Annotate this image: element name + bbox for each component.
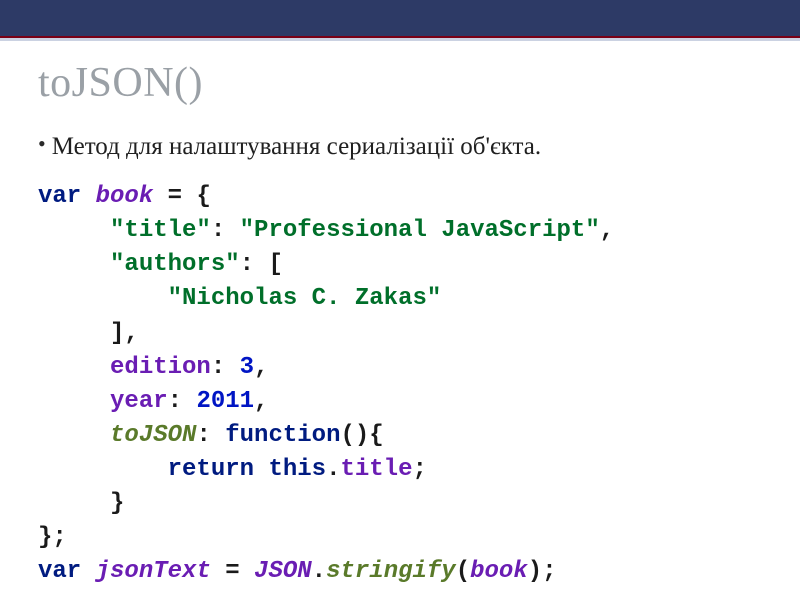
bullet-dot-icon: • xyxy=(38,133,46,155)
kw-function: function xyxy=(225,422,340,449)
arr-end: ], xyxy=(110,320,139,347)
punc: : [ xyxy=(240,251,283,278)
punc: : xyxy=(168,388,197,415)
prop-tojson: toJSON xyxy=(110,422,196,449)
var-book: book xyxy=(96,183,154,210)
punc: (){ xyxy=(340,422,383,449)
kw-var: var xyxy=(38,183,81,210)
punc: ; xyxy=(412,456,426,483)
cls-json: JSON xyxy=(254,558,312,585)
slide-title: toJSON() xyxy=(38,59,762,107)
prop-authors: "authors" xyxy=(110,251,240,278)
punc: = { xyxy=(153,183,211,210)
punc: : xyxy=(196,422,225,449)
var-jsontext: jsonText xyxy=(96,558,211,585)
val-title: "Professional JavaScript" xyxy=(240,217,600,244)
kw-var: var xyxy=(38,558,81,585)
code-block: var book = { "title": "Professional Java… xyxy=(38,180,762,589)
punc: , xyxy=(254,388,268,415)
bullet-item: • Метод для налаштування сериалізації об… xyxy=(38,131,762,162)
punc: : xyxy=(211,217,240,244)
header-band xyxy=(0,0,800,38)
punc: ( xyxy=(456,558,470,585)
prop-year: year xyxy=(110,388,168,415)
prop-title-ref: title xyxy=(340,456,412,483)
prop-edition: edition xyxy=(110,354,211,381)
punc: . xyxy=(312,558,326,585)
kw-this: this xyxy=(268,456,326,483)
punc: , xyxy=(600,217,614,244)
brace-close: } xyxy=(110,490,124,517)
punc: , xyxy=(254,354,268,381)
punc: : xyxy=(211,354,240,381)
fn-stringify: stringify xyxy=(326,558,456,585)
kw-return: return xyxy=(168,456,254,483)
arg-book: book xyxy=(470,558,528,585)
slide-content: toJSON() • Метод для налаштування сериал… xyxy=(0,41,800,589)
val-edition: 3 xyxy=(240,354,254,381)
punc: . xyxy=(326,456,340,483)
val-year: 2011 xyxy=(196,388,254,415)
prop-title: "title" xyxy=(110,217,211,244)
punc: = xyxy=(211,558,254,585)
obj-close: }; xyxy=(38,524,67,551)
val-author: "Nicholas C. Zakas" xyxy=(168,285,442,312)
bullet-text: Метод для налаштування сериалізації об'є… xyxy=(52,131,541,162)
punc: ); xyxy=(528,558,557,585)
